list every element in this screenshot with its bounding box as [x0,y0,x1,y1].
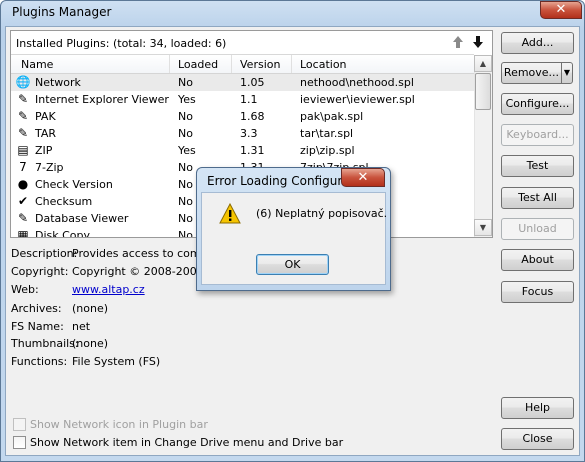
pak-icon: ✎ [17,109,29,123]
table-row[interactable]: ✎ Internet Explorer Viewer Yes 1.1 ieviewer\… [11,91,474,108]
checksum-icon: ✔ [17,194,29,208]
installed-plugins-label: Installed Plugins: (total: 34, loaded: 6… [16,37,227,50]
web-link[interactable]: www.altap.cz [72,283,145,296]
table-row[interactable]: ✎ TAR No 3.3 tar\tar.spl [11,125,474,142]
plugin-location-cell: zip\zip.spl [300,144,355,157]
table-row[interactable]: 🌐 Network No 1.05 nethood\nethood.spl [11,74,474,91]
plugin-location-cell: nethood\nethood.spl [300,76,414,89]
show-item-checkbox[interactable] [13,436,26,449]
plugin-version-cell: 1.05 [240,76,265,89]
window-title: Plugins Manager [12,5,112,19]
help-button[interactable]: Help [501,397,574,419]
fs-name-label: FS Name: [11,320,64,333]
remove-button[interactable]: Remove... [501,62,562,84]
about-button[interactable]: About [501,249,574,271]
copyright-label: Copyright: [11,265,69,278]
functions-label: Functions: [11,355,68,368]
plugin-name-cell: Internet Explorer Viewer [35,93,169,106]
database-viewer-icon: ✎ [17,211,29,225]
move-down-icon[interactable] [471,34,485,50]
show-icon-checkbox[interactable] [13,418,26,431]
scroll-down-arrow-icon[interactable]: ▼ [474,219,492,236]
fs-name-value: net [72,320,91,333]
plugin-loaded-cell: Yes [178,144,196,157]
unload-button[interactable]: Unload [501,218,574,240]
plugin-loaded-cell: No [178,212,193,225]
web-label: Web: [11,283,39,296]
show-icon-label: Show Network icon in Plugin bar [30,418,208,431]
list-header: Name Loaded Version Location [11,55,474,74]
test-button[interactable]: Test [501,155,574,177]
column-name[interactable]: Name [21,58,53,71]
thumbnails-label: Thumbnails: [11,337,79,350]
diskcopy-icon: ▦ [17,228,29,237]
thumbnails-value: (none) [72,337,109,350]
plugin-loaded-cell: No [178,127,193,140]
plugin-loaded-cell: No [178,161,193,174]
plugin-name-cell: 7-Zip [35,161,64,174]
table-row[interactable]: ▤ ZIP Yes 1.31 zip\zip.spl [11,142,474,159]
focus-button[interactable]: Focus [501,281,574,303]
plugin-name-cell: PAK [35,110,56,123]
column-loaded[interactable]: Loaded [178,58,218,71]
plugin-version-cell: 3.3 [240,127,258,140]
test-all-button[interactable]: Test All [501,187,574,209]
plugin-loaded-cell: No [178,195,193,208]
dialog-title: Error Loading Configur... [207,174,353,188]
plugin-name-cell: Check Version [35,178,113,191]
table-row[interactable]: ✎ PAK No 1.68 pak\pak.spl [11,108,474,125]
plugin-location-cell: pak\pak.spl [300,110,364,123]
scroll-thumb[interactable] [475,73,491,110]
plugin-name-cell: Disk Copy [35,229,91,237]
description-value: Provides access to compu [72,247,215,260]
plugin-loaded-cell: No [178,110,193,123]
close-button[interactable]: Close [501,428,574,450]
plugin-name-cell: Database Viewer [35,212,129,225]
remove-dropdown-arrow-icon[interactable]: ▼ [561,62,573,84]
plugin-location-cell: tar\tar.spl [300,127,354,140]
add-button[interactable]: Add... [501,32,574,54]
plugin-version-cell: 1.68 [240,110,265,123]
column-location[interactable]: Location [300,58,347,71]
window-close-button[interactable]: ✕ [540,1,582,19]
plugin-name-cell: Network [35,76,81,89]
show-item-label: Show Network item in Change Drive menu a… [30,436,344,449]
tar-icon: ✎ [17,126,29,140]
plugin-location-cell: ieviewer\ieviewer.spl [300,93,415,106]
column-version[interactable]: Version [240,58,280,71]
dialog-ok-button[interactable]: OK [256,254,329,275]
ie-viewer-icon: ✎ [17,92,29,106]
plugin-loaded-cell: No [178,229,193,237]
description-label: Description: [11,247,78,260]
check-version-icon: ● [17,177,29,191]
plugin-loaded-cell: No [178,76,193,89]
7zip-icon: 7 [19,160,27,174]
plugin-name-cell: TAR [35,127,57,140]
plugin-loaded-cell: No [178,178,193,191]
archives-value: (none) [72,302,109,315]
scroll-up-arrow-icon[interactable]: ▲ [474,55,492,72]
plugin-loaded-cell: Yes [178,93,196,106]
warning-icon [219,203,241,224]
dialog-message: (6) Neplatný popisovač. [256,207,388,220]
plugin-version-cell: 1.1 [240,93,258,106]
functions-value: File System (FS) [72,355,161,368]
move-up-icon[interactable] [451,34,465,50]
dialog-close-button[interactable]: ✕ [341,168,385,187]
plugin-version-cell: 1.31 [240,144,265,157]
plugin-name-cell: ZIP [35,144,53,157]
keyboard-button[interactable]: Keyboard... [501,124,574,146]
network-icon: 🌐 [15,75,31,89]
configure-button[interactable]: Configure... [501,93,574,115]
archives-label: Archives: [11,302,62,315]
plugin-name-cell: Checksum [35,195,93,208]
zip-icon: ▤ [17,143,29,157]
